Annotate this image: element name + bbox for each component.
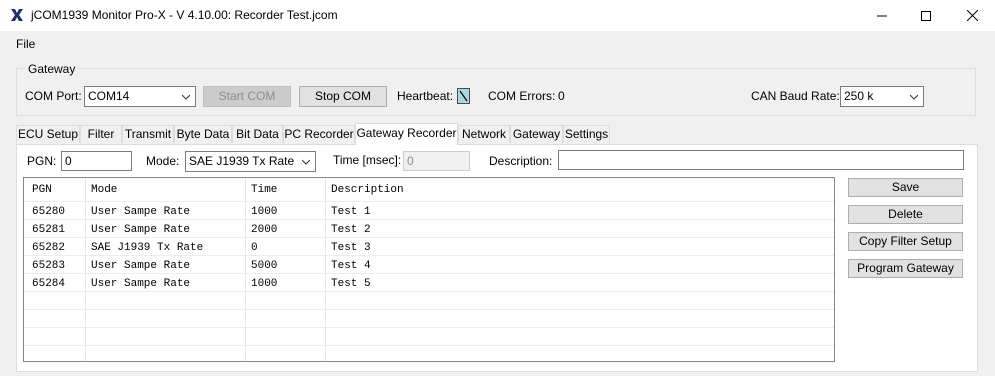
cell-mode: SAE J1939 Tx Rate	[91, 242, 204, 254]
stop-com-button[interactable]: Stop COM	[299, 86, 387, 107]
tab-bit-data[interactable]: Bit Data	[232, 125, 283, 143]
maximize-icon	[921, 10, 931, 21]
cell-pgn: 65281	[32, 224, 66, 236]
mode-label: Mode:	[146, 154, 180, 168]
tab-gateway[interactable]: Gateway	[510, 125, 563, 143]
cell-description: Test 2	[331, 224, 371, 236]
mode-value: SAE J1939 Tx Rate	[189, 154, 295, 168]
delete-button[interactable]: Delete	[848, 205, 963, 224]
tab-pc-recorder[interactable]: PC Recorder	[283, 125, 355, 143]
row-divider	[24, 291, 834, 292]
description-input[interactable]	[558, 150, 964, 170]
gateway-recorder-table[interactable]: PGN Mode Time Description 65280 User Sam…	[23, 177, 835, 362]
cell-description: Test 3	[331, 242, 371, 254]
save-button[interactable]: Save	[848, 178, 963, 197]
cell-description: Test 4	[331, 260, 371, 272]
maximize-button[interactable]	[903, 0, 949, 31]
row-divider	[24, 309, 834, 310]
tab-transmit[interactable]: Transmit	[122, 125, 174, 143]
row-divider	[24, 273, 834, 274]
row-divider	[24, 345, 834, 346]
can-baud-rate-label: CAN Baud Rate:	[751, 89, 840, 103]
start-com-button[interactable]: Start COM	[203, 86, 291, 107]
time-label: Time [msec]:	[333, 153, 402, 167]
cell-time: 0	[251, 242, 258, 254]
pgn-label: PGN:	[27, 154, 57, 168]
cell-time: 2000	[251, 224, 278, 236]
can-baud-rate-select[interactable]: 250 k	[840, 86, 924, 107]
cell-pgn: 65282	[32, 242, 66, 254]
tab-gateway-recorder[interactable]: Gateway Recorder	[355, 123, 458, 145]
tab-ecu-setup[interactable]: ECU Setup	[16, 125, 80, 143]
row-divider	[24, 255, 834, 256]
gateway-group-legend: Gateway	[25, 62, 79, 76]
tab-network[interactable]: Network	[458, 125, 510, 143]
cell-time: 1000	[251, 206, 278, 218]
column-divider	[245, 178, 246, 361]
cell-description: Test 5	[331, 278, 371, 290]
column-header-description[interactable]: Description	[331, 184, 404, 196]
pgn-input[interactable]: 0	[61, 151, 132, 171]
window-title: jCOM1939 Monitor Pro-X - V 4.10.00: Reco…	[31, 8, 338, 22]
heartbeat-indicator-icon	[457, 88, 470, 104]
app-logo-icon	[10, 8, 24, 22]
column-divider	[85, 178, 86, 361]
tab-byte-data[interactable]: Byte Data	[174, 125, 232, 143]
minimize-icon	[877, 15, 887, 16]
mode-select[interactable]: SAE J1939 Tx Rate	[185, 151, 316, 172]
cell-mode: User Sampe Rate	[91, 206, 191, 218]
cell-time: 5000	[251, 260, 278, 272]
row-divider	[24, 327, 834, 328]
close-icon	[966, 10, 978, 21]
column-header-mode[interactable]: Mode	[91, 184, 117, 196]
cell-pgn: 65280	[32, 206, 66, 218]
program-gateway-button[interactable]: Program Gateway	[848, 259, 963, 278]
minimize-button[interactable]	[859, 0, 905, 31]
menu-file[interactable]: File	[16, 37, 35, 51]
column-header-time[interactable]: Time	[251, 184, 277, 196]
column-header-pgn[interactable]: PGN	[32, 184, 52, 196]
com-errors-value: 0	[558, 89, 565, 103]
cell-mode: User Sampe Rate	[91, 260, 191, 272]
close-button[interactable]	[949, 0, 995, 31]
com-port-label: COM Port:	[25, 89, 82, 103]
com-port-value: COM14	[88, 89, 130, 103]
time-input[interactable]: 0	[403, 151, 470, 171]
chevron-down-icon	[182, 94, 190, 100]
heartbeat-label: Heartbeat:	[397, 89, 454, 103]
cell-pgn: 65284	[32, 278, 66, 290]
chevron-down-icon	[302, 159, 310, 165]
header-divider	[24, 201, 834, 202]
copy-filter-setup-button[interactable]: Copy Filter Setup	[848, 232, 963, 251]
chevron-down-icon	[910, 94, 918, 100]
description-label: Description:	[489, 154, 553, 168]
cell-mode: User Sampe Rate	[91, 278, 191, 290]
cell-mode: User Sampe Rate	[91, 224, 191, 236]
cell-pgn: 65283	[32, 260, 66, 272]
menu-bar	[0, 32, 995, 54]
row-divider	[24, 237, 834, 238]
row-divider	[24, 219, 834, 220]
tab-settings[interactable]: Settings	[563, 125, 610, 143]
column-divider	[325, 178, 326, 361]
com-port-select[interactable]: COM14	[84, 86, 196, 107]
com-errors-label: COM Errors:	[488, 89, 556, 103]
cell-time: 1000	[251, 278, 278, 290]
cell-description: Test 1	[331, 206, 371, 218]
can-baud-rate-value: 250 k	[844, 89, 874, 103]
tab-filter[interactable]: Filter	[80, 125, 122, 143]
